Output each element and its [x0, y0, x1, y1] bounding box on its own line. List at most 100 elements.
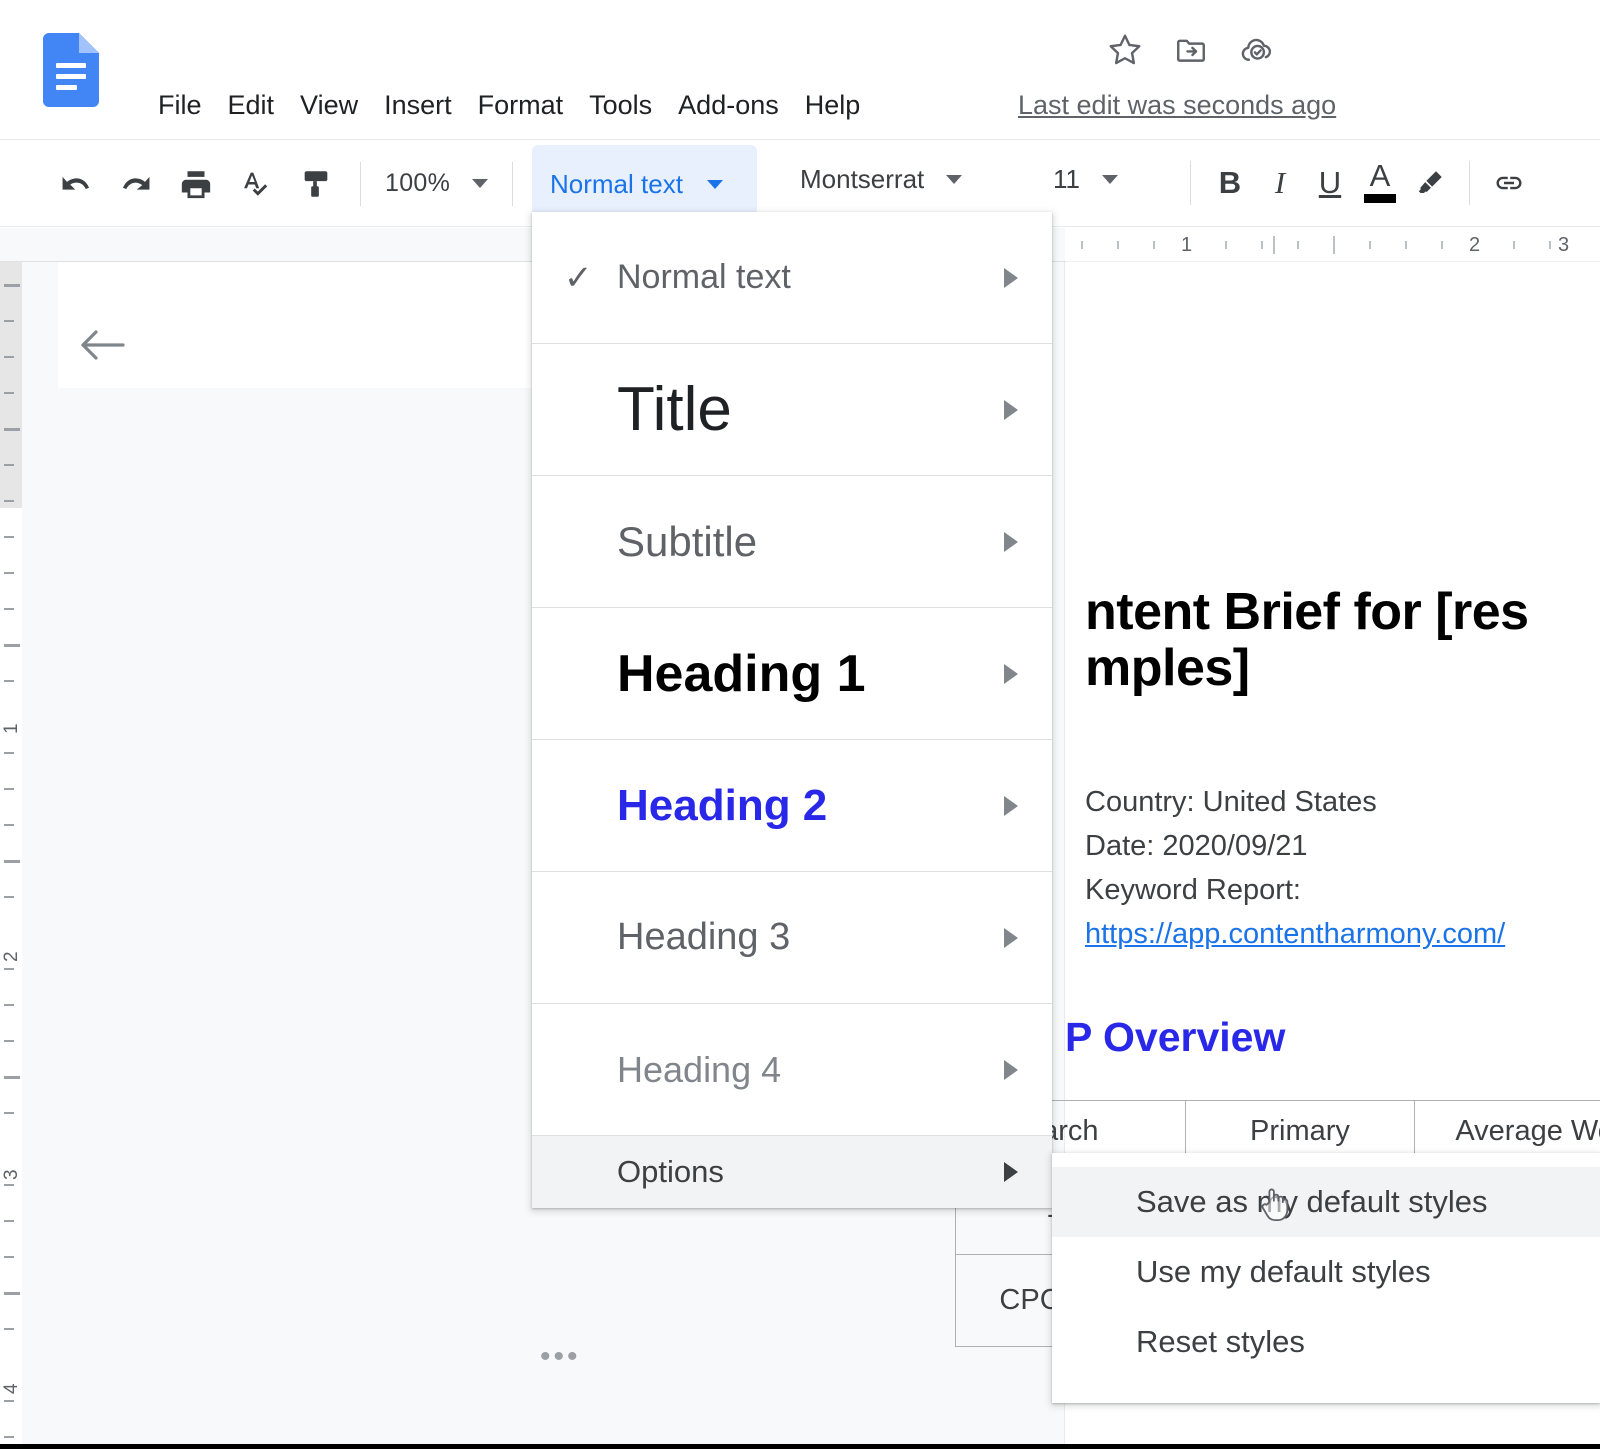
ruler-tick-major [4, 428, 20, 431]
google-docs-window: File Edit View Insert Format Tools Add-o… [0, 0, 1600, 1449]
ruler-tick [1225, 241, 1227, 249]
style-option-heading-2[interactable]: Heading 2 [532, 740, 1052, 871]
ruler-tick [4, 896, 14, 898]
ruler-tick [1513, 241, 1515, 249]
style-option-subtitle[interactable]: Subtitle [532, 476, 1052, 607]
vertical-ruler[interactable]: 1 2 3 4 [0, 262, 122, 1449]
style-option-heading-1[interactable]: Heading 1 [532, 608, 1052, 739]
document-metadata: Country: United States Date: 2020/09/21 … [1085, 780, 1600, 956]
spellcheck-icon[interactable] [232, 160, 280, 208]
move-to-folder-icon[interactable] [1171, 30, 1211, 70]
paint-format-icon[interactable] [292, 160, 340, 208]
cloud-saved-icon[interactable] [1237, 30, 1277, 70]
document-title-line1: ntent Brief for [res [1085, 583, 1529, 641]
menu-help[interactable]: Help [792, 88, 874, 122]
style-option-normal-text[interactable]: ✓ Normal text [532, 212, 1052, 343]
ruler-tick-major [4, 644, 20, 647]
ruler-tick-major [1333, 236, 1335, 254]
text-color-button[interactable]: A [1355, 158, 1405, 208]
style-option-heading-4[interactable]: Heading 4 [532, 1004, 1052, 1135]
ruler-tick [4, 572, 14, 574]
document-header-card [58, 262, 558, 388]
style-option-label: Title [617, 375, 732, 444]
ruler-tick [4, 752, 14, 754]
menu-tools[interactable]: Tools [576, 88, 665, 122]
italic-button[interactable]: I [1255, 158, 1305, 208]
date-value: 2020/09/21 [1162, 830, 1308, 863]
ruler-tick [4, 464, 14, 466]
ruler-tick [4, 968, 14, 970]
ruler-tick-major [4, 284, 20, 287]
chevron-right-icon [1004, 927, 1018, 948]
redo-icon[interactable] [112, 160, 160, 208]
ruler-number: 2 [1, 951, 22, 962]
google-docs-icon[interactable] [43, 33, 99, 107]
ruler-tick-major [4, 1292, 20, 1295]
menu-format[interactable]: Format [465, 88, 577, 122]
ruler-tick [1405, 241, 1407, 249]
menu-bar: File Edit View Insert Format Tools Add-o… [0, 0, 1600, 140]
chevron-right-icon [1004, 399, 1018, 420]
toolbar-divider-3 [1190, 161, 1191, 205]
country-value: United States [1202, 786, 1377, 818]
back-arrow-icon[interactable] [77, 327, 127, 368]
font-family-selector[interactable]: Montserrat [790, 158, 972, 201]
bold-button[interactable]: B [1205, 158, 1255, 208]
ruler-tick [4, 1004, 14, 1006]
document-section-heading: P Overview [1065, 1014, 1286, 1060]
document-title-line2: mples] [1085, 639, 1250, 698]
ruler-tick [4, 1220, 14, 1222]
paragraph-styles-menu: ✓ Normal text Title Subtitle Heading 1 H… [532, 212, 1052, 1208]
menu-add-ons[interactable]: Add-ons [665, 88, 792, 122]
font-family-value: Montserrat [800, 164, 925, 194]
style-option-title[interactable]: Title [532, 344, 1052, 475]
ruler-tick [4, 1184, 14, 1186]
ruler-number: 1 [1181, 234, 1193, 256]
toolbar-divider-2 [512, 161, 514, 206]
underline-button[interactable]: U [1305, 158, 1355, 208]
font-size-selector[interactable]: 11 [1043, 158, 1128, 201]
text-color-swatch [1364, 193, 1396, 203]
ruler-tick [4, 1328, 14, 1330]
keyword-report-link[interactable]: https://app.contentharmony.com/ [1085, 912, 1600, 956]
submenu-item-use-default-styles[interactable]: Use my default styles [1052, 1237, 1600, 1307]
options-submenu: Save as my default styles Use my default… [1052, 1153, 1600, 1403]
ruler-tick [1549, 241, 1551, 249]
last-edit-status[interactable]: Last edit was seconds ago [1018, 88, 1336, 122]
chevron-down-icon [1102, 175, 1118, 184]
keyword-report-line: Keyword Report: [1085, 868, 1600, 912]
style-option-heading-3[interactable]: Heading 3 [532, 872, 1052, 1003]
style-option-options[interactable]: Options [532, 1136, 1052, 1208]
undo-icon[interactable] [52, 160, 100, 208]
horizontal-ruler-active: 1 2 [1065, 228, 1600, 262]
toolbar-divider-4 [1469, 161, 1470, 205]
keyword-report-label: Keyword Report: [1085, 874, 1301, 907]
submenu-item-save-default-styles[interactable]: Save as my default styles [1052, 1167, 1600, 1237]
insert-link-icon[interactable] [1484, 158, 1534, 208]
ruler-tick [4, 680, 14, 682]
menu-edit[interactable]: Edit [215, 88, 288, 122]
ruler-tick [1261, 241, 1263, 249]
check-icon: ✓ [564, 258, 593, 297]
chevron-right-icon [1004, 1162, 1018, 1182]
ruler-tick-major [4, 1076, 20, 1079]
menu-file[interactable]: File [145, 88, 215, 122]
chevron-right-icon [1004, 795, 1018, 816]
zoom-selector[interactable]: 100% [375, 163, 498, 204]
document-ellipsis: ••• [540, 1340, 581, 1373]
print-icon[interactable] [172, 160, 220, 208]
menu-insert[interactable]: Insert [371, 88, 465, 122]
highlight-pen-icon[interactable] [1405, 158, 1455, 208]
star-icon[interactable] [1105, 30, 1145, 70]
zoom-value: 100% [385, 169, 451, 197]
ruler-number: 4 [1, 1383, 22, 1394]
menu-view[interactable]: View [287, 88, 371, 122]
ruler-tick [1369, 241, 1371, 249]
submenu-item-reset-styles[interactable]: Reset styles [1052, 1307, 1600, 1377]
toolbar-divider-1 [360, 161, 361, 206]
font-size-value: 11 [1053, 164, 1080, 194]
ruler-tick [4, 320, 14, 322]
paragraph-style-value: Normal text [550, 168, 683, 199]
ruler-tick [4, 392, 14, 394]
ruler-tick [1297, 241, 1299, 249]
